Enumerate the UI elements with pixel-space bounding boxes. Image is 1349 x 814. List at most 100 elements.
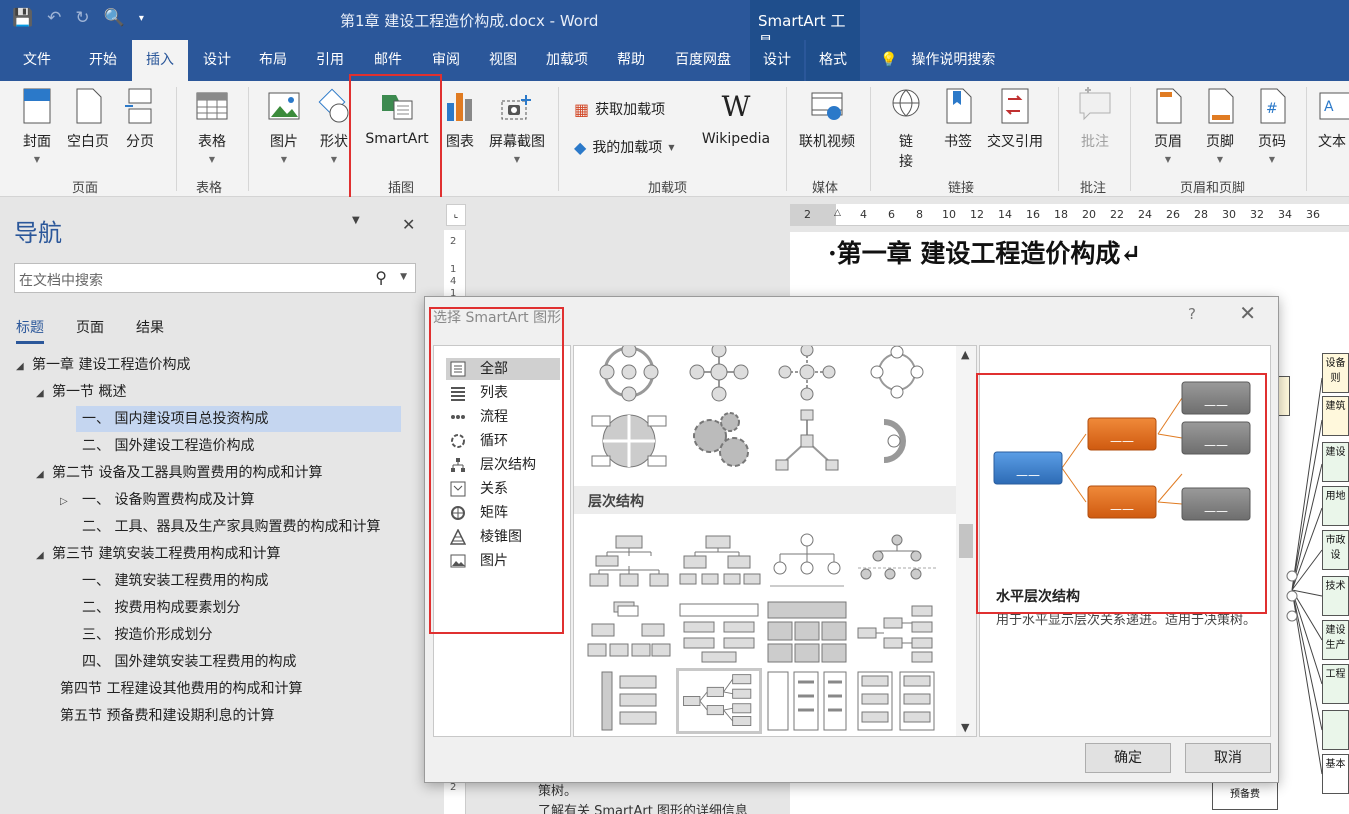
tab-selector-icon[interactable]: ⌞: [446, 204, 466, 226]
nav-heading-item[interactable]: 二、 按费用构成要素划分: [82, 595, 240, 621]
horizontal-org-thumbnail[interactable]: [854, 600, 940, 666]
expand-icon[interactable]: ▷: [60, 489, 76, 515]
horizontal-hierarchy-thumbnail-selected[interactable]: [676, 668, 762, 734]
nav-heading-item[interactable]: 第四节 工程建设其他费用的构成和计算: [60, 676, 302, 702]
cover-page-button[interactable]: 封面 ▼: [18, 87, 56, 164]
cycle-layout-thumbnail[interactable]: [586, 408, 672, 474]
online-video-button[interactable]: 联机视频: [796, 87, 858, 151]
lined-list-thumbnail[interactable]: [764, 668, 850, 734]
bookmark-button[interactable]: 书签: [940, 87, 976, 151]
pane-options-icon[interactable]: ▼: [352, 215, 360, 226]
gear-layout-thumbnail[interactable]: [676, 408, 762, 474]
tab-help[interactable]: 帮助: [604, 40, 658, 81]
nav-tab-results[interactable]: 结果: [136, 317, 164, 344]
tab-smartart-format[interactable]: 格式: [806, 40, 860, 81]
scroll-up-icon[interactable]: ▲: [961, 348, 969, 361]
cycle-layout-thumbnail[interactable]: [764, 345, 850, 408]
get-addins-button[interactable]: ▦ 获取加载项: [574, 99, 665, 119]
cross-reference-button[interactable]: 交叉引用: [984, 87, 1046, 151]
comment-button[interactable]: 批注: [1074, 87, 1116, 151]
circle-picture-hierarchy-thumbnail[interactable]: [764, 530, 850, 596]
collapse-icon[interactable]: ◢: [36, 381, 52, 407]
search-dropdown-icon[interactable]: ▼: [400, 272, 407, 282]
my-addins-button[interactable]: ◆ 我的加载项 ▼: [574, 137, 674, 157]
tab-layout[interactable]: 布局: [246, 40, 300, 81]
shapes-button[interactable]: 形状 ▼: [314, 87, 354, 164]
indent-marker-icon[interactable]: △: [834, 208, 841, 218]
close-pane-icon[interactable]: ✕: [402, 215, 415, 234]
nav-tab-headings[interactable]: 标题: [16, 317, 44, 344]
wikipedia-button[interactable]: W Wikipedia: [698, 87, 774, 147]
cycle-layout-thumbnail[interactable]: [586, 345, 672, 408]
table-hierarchy-alt-thumbnail[interactable]: [854, 668, 940, 734]
tell-me-search[interactable]: 💡 操作说明搜索: [880, 40, 995, 81]
header-button[interactable]: 页眉 ▼: [1148, 87, 1188, 164]
tab-view[interactable]: 视图: [476, 40, 530, 81]
tab-smartart-design[interactable]: 设计: [750, 40, 804, 81]
tab-home[interactable]: 开始: [74, 40, 132, 81]
tab-baidu-netdisk[interactable]: 百度网盘: [660, 40, 746, 81]
page-break-button[interactable]: 分页: [122, 87, 158, 151]
table-hierarchy-thumbnail[interactable]: [586, 600, 672, 666]
labeled-hierarchy-thumbnail[interactable]: [854, 530, 940, 596]
hierarchy-list-thumbnail[interactable]: [676, 600, 762, 666]
undo-icon[interactable]: ↶: [47, 8, 61, 28]
nav-heading-item[interactable]: ◢ 第三节 建筑安装工程费用构成和计算: [36, 541, 280, 567]
search-icon[interactable]: ⚲: [375, 268, 387, 287]
tab-file[interactable]: 文件: [10, 40, 64, 81]
close-icon[interactable]: ✕: [1239, 301, 1256, 325]
table-button[interactable]: 表格 ▼: [192, 87, 232, 164]
print-preview-icon[interactable]: 🔍: [104, 8, 125, 28]
page-number-button[interactable]: # 页码 ▼: [1252, 87, 1292, 164]
document-heading[interactable]: ·第一章 建设工程造价构成↵: [828, 234, 1141, 270]
nav-heading-item-selected[interactable]: 一、 国内建设项目总投资构成: [76, 406, 401, 432]
vertical-hierarchy-thumbnail[interactable]: [586, 668, 672, 734]
cancel-button[interactable]: 取消: [1185, 743, 1271, 773]
nav-search-input[interactable]: 在文档中搜索 ⚲ ▼: [14, 263, 416, 293]
chart-button[interactable]: 图表: [442, 87, 478, 151]
cycle-layout-thumbnail[interactable]: [676, 345, 762, 408]
textbox-button[interactable]: A 文本: [1318, 87, 1349, 151]
nav-tab-pages[interactable]: 页面: [76, 317, 104, 344]
group-pages-label: 页面: [72, 181, 99, 196]
help-button[interactable]: ?: [1188, 305, 1196, 323]
tab-design[interactable]: 设计: [190, 40, 244, 81]
nav-heading-item[interactable]: ◢ 第一节 概述: [36, 379, 126, 405]
nav-heading-item[interactable]: ◢ 第一章 建设工程造价构成: [16, 352, 190, 378]
cycle-layout-thumbnail[interactable]: [854, 345, 940, 408]
nav-heading-item[interactable]: ◢ 第二节 设备及工器具购置费用的构成和计算: [36, 460, 322, 486]
nav-heading-item[interactable]: 二、 工具、器具及生产家具购置费的构成和计算: [82, 514, 380, 540]
customize-qat-icon[interactable]: ▾: [139, 13, 144, 24]
screenshot-icon: [501, 95, 531, 120]
nav-heading-item[interactable]: 第五节 预备费和建设期利息的计算: [60, 703, 274, 729]
save-icon[interactable]: 💾: [12, 8, 33, 28]
radial-layout-thumbnail[interactable]: [764, 408, 850, 474]
scroll-down-icon[interactable]: ▼: [961, 721, 969, 734]
scroll-thumb[interactable]: [959, 524, 973, 558]
collapse-icon[interactable]: ◢: [36, 543, 52, 569]
ok-button[interactable]: 确定: [1085, 743, 1171, 773]
category-highlight-box: [429, 307, 564, 634]
nav-heading-item[interactable]: 二、 国外建设工程造价构成: [82, 433, 254, 459]
footer-button[interactable]: 页脚 ▼: [1200, 87, 1240, 164]
picture-button[interactable]: 图片 ▼: [264, 87, 304, 164]
tab-insert[interactable]: 插入: [132, 40, 188, 81]
name-title-org-thumbnail[interactable]: [676, 530, 762, 596]
tab-addins[interactable]: 加载项: [532, 40, 602, 81]
blank-page-button[interactable]: 空白页: [64, 87, 112, 151]
collapse-icon[interactable]: ◢: [36, 462, 52, 488]
cycle-arrow-layout-thumbnail[interactable]: [854, 408, 940, 474]
nav-heading-item[interactable]: ▷ 一、 设备购置费构成及计算: [60, 487, 254, 513]
redo-icon[interactable]: ↻: [75, 8, 89, 28]
screenshot-button[interactable]: 屏幕截图 ▼: [486, 87, 548, 164]
nav-heading-item[interactable]: 一、 建筑安装工程费用的构成: [82, 568, 268, 594]
collapse-icon[interactable]: ◢: [16, 354, 32, 380]
nav-heading-item[interactable]: 三、 按造价形成划分: [82, 622, 212, 648]
nav-search-placeholder: 在文档中搜索: [19, 273, 103, 289]
nav-heading-item[interactable]: 四、 国外建筑安装工程费用的构成: [82, 649, 296, 675]
navigation-pane: 导航 ▼ ✕ 在文档中搜索 ⚲ ▼ 标题 页面 结果 ◢ 第一章 建设工程造价构成…: [0, 197, 438, 814]
org-chart-thumbnail[interactable]: [586, 530, 672, 596]
table-list-thumbnail[interactable]: [764, 600, 850, 666]
gallery-scrollbar[interactable]: ▲ ▼: [956, 346, 976, 736]
link-button[interactable]: 链接: [886, 87, 926, 171]
